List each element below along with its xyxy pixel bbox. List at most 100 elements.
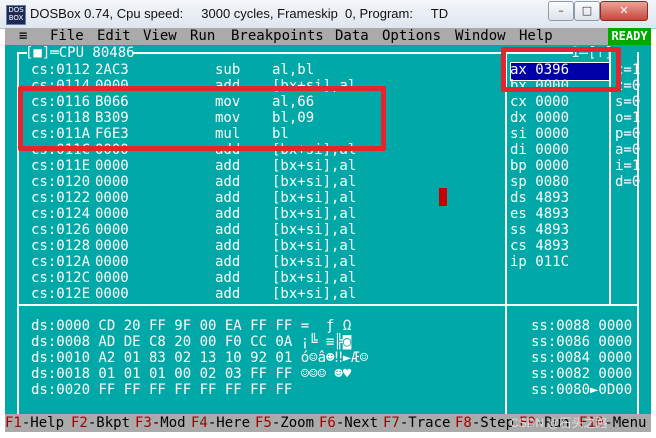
function-key-f5[interactable]: F5-Zoom xyxy=(255,414,314,432)
disassembly-bytes: 0000 xyxy=(95,206,129,222)
cpu-window-title[interactable]: [■]═CPU 80486 xyxy=(25,45,135,61)
register-bp[interactable]: bp 0000 xyxy=(510,158,569,174)
flag-item[interactable]: p=0 xyxy=(615,126,640,142)
register-cs[interactable]: cs 4893 xyxy=(510,238,569,254)
register-ip[interactable]: ip 011C xyxy=(510,254,569,270)
function-key-number: F1 xyxy=(5,415,22,431)
function-key-number: F7 xyxy=(383,415,400,431)
register-name: bp xyxy=(510,158,527,174)
disassembly-args: [bx+si],al xyxy=(272,222,357,238)
flag-item[interactable]: o=1 xyxy=(615,110,640,126)
register-name: sp xyxy=(510,174,527,190)
register-value: 0000 xyxy=(535,142,570,158)
function-key-label: -Help xyxy=(21,415,65,431)
register-name: ip xyxy=(510,254,527,270)
function-key-f2[interactable]: F2-Bkpt xyxy=(71,414,130,432)
menu-breakpoints[interactable]: Breakpoints xyxy=(231,28,324,45)
function-key-label: -Mod xyxy=(151,415,186,431)
register-name: cx xyxy=(510,94,527,110)
register-di[interactable]: di 0000 xyxy=(510,142,569,158)
dosbox-app-icon[interactable]: DOS BOX xyxy=(6,5,26,25)
memory-dump-row[interactable]: ds:0010 A2 01 83 02 13 10 92 01 ó☺â☻‼►Æ☺ xyxy=(31,350,368,366)
register-cx[interactable]: cx 0000 xyxy=(510,94,569,110)
disassembly-args: [bx+si],al xyxy=(272,158,357,174)
stack-row[interactable]: ss:0088 0000 xyxy=(531,318,632,334)
close-button[interactable]: ✕ xyxy=(600,1,648,21)
menu-options[interactable]: Options xyxy=(382,28,441,45)
register-value: 0000 xyxy=(535,110,570,126)
function-key-f8[interactable]: F8-Step xyxy=(455,414,514,432)
flag-item[interactable]: s=0 xyxy=(615,94,640,110)
register-ss[interactable]: ss 4893 xyxy=(510,222,569,238)
register-dx[interactable]: dx 0000 xyxy=(510,110,569,126)
menu-run[interactable]: Run xyxy=(190,28,215,45)
function-key-f7[interactable]: F7-Trace xyxy=(383,414,450,432)
function-key-f4[interactable]: F4-Here xyxy=(191,414,250,432)
register-name: dx xyxy=(510,110,527,126)
disassembly-addr: cs:012A xyxy=(31,254,91,270)
disassembly-op: add xyxy=(215,238,241,254)
disassembly-args: [bx+si],al xyxy=(272,206,357,222)
disassembly-args: [bx+si],al xyxy=(272,174,357,190)
register-value: 011C xyxy=(535,254,570,270)
register-value: 0000 xyxy=(535,158,570,174)
function-key-label: -Step xyxy=(471,415,515,431)
menu-file[interactable]: File xyxy=(50,28,84,45)
memory-dump-row[interactable]: ds:0000 CD 20 FF 9F 00 EA FF FF = ƒ Ω xyxy=(31,318,351,334)
stack-row[interactable]: ss:0082 0000 xyxy=(531,366,632,382)
menu-bar: ≡ File Edit View Run Breakpoints Data Op… xyxy=(5,28,651,45)
flag-item[interactable]: i=1 xyxy=(615,158,640,174)
title-bar[interactable]: DOS BOX DOSBox 0.74, Cpu speed: 3000 cyc… xyxy=(0,0,656,29)
dos-screen: ≡ File Edit View Run Breakpoints Data Op… xyxy=(5,28,651,432)
stack-row[interactable]: ss:0086 0000 xyxy=(531,334,632,350)
function-key-number: F6 xyxy=(319,415,336,431)
function-key-f1[interactable]: F1-Help xyxy=(5,414,64,432)
system-menu-icon[interactable]: ≡ xyxy=(19,28,27,45)
menu-window[interactable]: Window xyxy=(455,28,506,45)
pane-divider-vertical[interactable] xyxy=(505,52,507,414)
disassembly-op: add xyxy=(215,286,241,302)
memory-dump-row[interactable]: ds:0020 FF FF FF FF FF FF FF FF xyxy=(31,382,292,398)
register-es[interactable]: es 4893 xyxy=(510,206,569,222)
disassembly-args: al,bl xyxy=(272,62,315,78)
menu-view[interactable]: View xyxy=(143,28,177,45)
disassembly-args: [bx+si],al xyxy=(272,286,357,302)
register-name: cs xyxy=(510,238,527,254)
stack-row[interactable]: ss:0080►0D00 xyxy=(531,382,632,398)
minimize-button[interactable]: – xyxy=(548,1,574,21)
disassembly-addr: cs:0128 xyxy=(31,238,91,254)
register-sp[interactable]: sp 0080 xyxy=(510,174,569,190)
stack-row[interactable]: ss:0084 0000 xyxy=(531,350,632,366)
menu-edit[interactable]: Edit xyxy=(97,28,131,45)
register-name: ss xyxy=(510,222,527,238)
disassembly-op: add xyxy=(215,222,241,238)
maximize-button[interactable]: □ xyxy=(574,1,600,21)
register-value: 4893 xyxy=(535,238,570,254)
disassembly-bytes: 0000 xyxy=(95,270,129,286)
disassembly-bytes: 0000 xyxy=(95,158,129,174)
memory-dump-row[interactable]: ds:0008 AD DE C8 20 00 F0 CC 0A ¡╚ ≡╠◙ xyxy=(31,334,351,350)
disassembly-addr: cs:0126 xyxy=(31,222,91,238)
function-key-f6[interactable]: F6-Next xyxy=(319,414,378,432)
function-key-label: -Zoom xyxy=(271,415,315,431)
disassembly-args: [bx+si],al xyxy=(272,254,357,270)
register-si[interactable]: si 0000 xyxy=(510,126,569,142)
function-key-label: -Menu xyxy=(604,415,647,431)
menu-help[interactable]: Help xyxy=(519,28,553,45)
disassembly-addr: cs:0124 xyxy=(31,206,91,222)
function-key-number: F5 xyxy=(255,415,272,431)
function-key-number: F3 xyxy=(135,415,152,431)
csdn-watermark: CSDN @石头之路 xyxy=(510,416,608,430)
register-ds[interactable]: ds 4893 xyxy=(510,190,569,206)
function-key-number: F2 xyxy=(71,415,88,431)
function-key-f3[interactable]: F3-Mod xyxy=(135,414,186,432)
flag-item[interactable]: d=0 xyxy=(615,174,640,190)
memory-dump-row[interactable]: ds:0018 01 01 01 00 02 03 FF FF ☺☺☺ ☻♥ xyxy=(31,366,351,382)
disassembly-bytes: 0000 xyxy=(95,174,129,190)
menu-data[interactable]: Data xyxy=(335,28,369,45)
disassembly-addr: cs:012E xyxy=(31,286,91,302)
disassembly-bytes: 0000 xyxy=(95,286,129,302)
disassembly-op: sub xyxy=(215,62,241,78)
pane-divider-horizontal[interactable] xyxy=(17,304,639,306)
flag-item[interactable]: a=0 xyxy=(615,142,640,158)
